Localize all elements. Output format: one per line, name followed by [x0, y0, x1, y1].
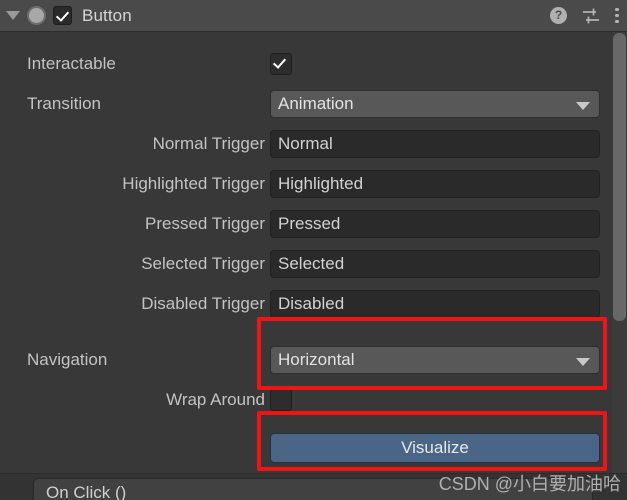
unity-inspector-button-component: Button ? Interactable Transition Animati… — [0, 0, 627, 500]
component-header[interactable]: Button ? — [0, 0, 627, 32]
vertical-scrollbar-thumb[interactable] — [613, 33, 626, 321]
interactable-label: Interactable — [27, 54, 116, 73]
chevron-down-icon — [576, 102, 590, 110]
navigation-dropdown-value: Horizontal — [278, 350, 355, 369]
row-highlighted-trigger: Highlighted Trigger Highlighted — [0, 164, 612, 204]
disabled-trigger-label: Disabled Trigger — [141, 294, 265, 313]
watermark: CSDN @小白要加油哈 — [438, 474, 621, 494]
highlighted-trigger-input[interactable]: Highlighted — [270, 170, 600, 198]
onclick-label: On Click () — [46, 483, 127, 500]
preset-sliders-icon[interactable] — [581, 7, 601, 25]
chevron-down-icon — [576, 358, 590, 366]
inspector-body: Interactable Transition Animation Normal… — [0, 32, 612, 500]
transition-dropdown[interactable]: Animation — [270, 90, 600, 118]
navigation-label: Navigation — [27, 350, 108, 369]
pressed-trigger-label: Pressed Trigger — [145, 214, 265, 233]
wrap-around-checkbox[interactable] — [270, 389, 292, 411]
normal-trigger-label: Normal Trigger — [152, 134, 265, 153]
kebab-menu-icon-glyph — [615, 5, 619, 26]
row-disabled-trigger: Disabled Trigger Disabled — [0, 284, 612, 324]
row-transition: Transition Animation — [0, 84, 612, 124]
transition-label: Transition — [27, 94, 102, 113]
interactable-checkbox[interactable] — [270, 53, 292, 75]
disabled-trigger-input[interactable]: Disabled — [270, 290, 600, 318]
selected-trigger-input[interactable]: Selected — [270, 250, 600, 278]
selected-trigger-label: Selected Trigger — [141, 254, 265, 273]
help-icon-glyph: ? — [550, 7, 567, 24]
highlighted-trigger-label: Highlighted Trigger — [122, 174, 265, 193]
help-icon[interactable]: ? — [550, 7, 567, 24]
component-enabled-checkbox[interactable] — [53, 6, 72, 25]
vertical-scrollbar-track[interactable] — [612, 32, 627, 500]
row-normal-trigger: Normal Trigger Normal — [0, 124, 612, 164]
navigation-dropdown[interactable]: Horizontal — [270, 346, 600, 374]
button-component-icon — [27, 6, 46, 25]
transition-dropdown-value: Animation — [278, 94, 354, 113]
visualize-button[interactable]: Visualize — [270, 433, 600, 463]
row-pressed-trigger: Pressed Trigger Pressed — [0, 204, 612, 244]
row-wrap-around: Wrap Around — [0, 380, 612, 420]
row-navigation: Navigation Horizontal — [0, 340, 612, 380]
kebab-menu-icon[interactable] — [615, 5, 619, 26]
triangle-down-icon[interactable] — [6, 11, 20, 20]
page-title: Button — [82, 5, 132, 25]
row-selected-trigger: Selected Trigger Selected — [0, 244, 612, 284]
pressed-trigger-input[interactable]: Pressed — [270, 210, 600, 238]
preset-sliders-icon-glyph — [583, 8, 599, 23]
wrap-around-label: Wrap Around — [166, 390, 265, 409]
row-visualize: Visualize — [0, 428, 612, 468]
row-interactable: Interactable — [0, 44, 612, 84]
normal-trigger-input[interactable]: Normal — [270, 130, 600, 158]
